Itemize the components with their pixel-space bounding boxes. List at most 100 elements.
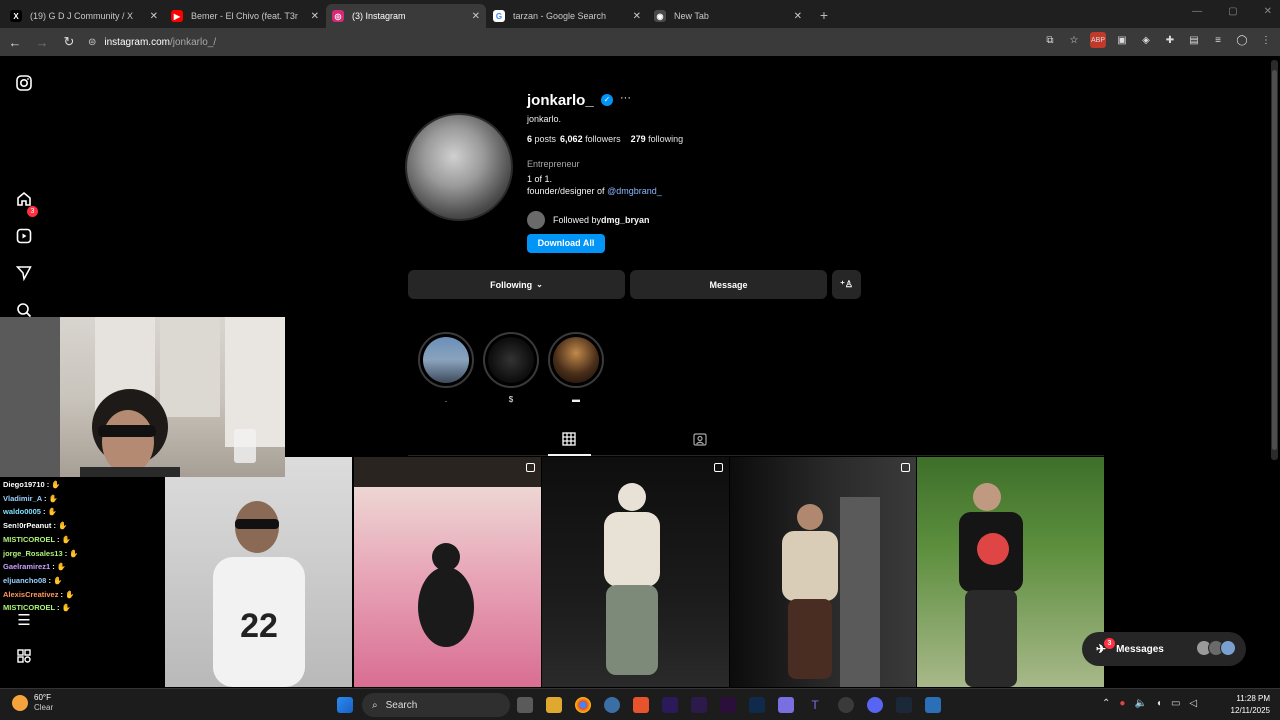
post-thumbnail[interactable] [730,457,916,687]
extension-icon-2[interactable]: ◈ [1138,32,1154,48]
posts-grid-icon[interactable] [561,432,577,448]
chrome-icon[interactable] [575,697,591,713]
app-icon[interactable] [778,697,794,713]
followed-by-user: dmg_bryan [601,215,650,225]
task-view-icon[interactable] [517,697,533,713]
followers-stat[interactable]: 6,062 followers [560,134,621,144]
chat-username: jorge_Rosales13 [3,548,63,558]
file-explorer-icon[interactable] [546,697,562,713]
bookmark-star-icon[interactable]: ☆ [1066,32,1082,48]
new-tab-button[interactable]: + [815,7,833,25]
scrollbar-thumb[interactable] [1272,70,1277,450]
tray-app-icon[interactable]: ● [1119,698,1125,709]
instagram-logo-icon[interactable] [14,73,34,93]
speaker-icon[interactable]: 🔈 [1134,698,1146,709]
webcam-overlay [0,317,285,477]
photoshop-icon[interactable] [749,697,765,713]
profile-icon[interactable]: ◯ [1234,32,1250,48]
messages-button[interactable]: ✈ 3 Messages [1082,632,1246,666]
bio-mention-link[interactable]: @dmgbrand_ [607,186,662,196]
network-icon[interactable]: ▭ [1171,698,1180,709]
chat-emote-icon: ✋ [58,521,68,531]
message-button[interactable]: Message [630,270,827,299]
suggested-users-button[interactable]: ⁺♙ [832,270,861,299]
tab-title: Bemer - El Chivo (feat. T3r [191,11,298,21]
after-effects-icon[interactable] [691,697,707,713]
post-thumbnail[interactable]: 22 [165,457,352,687]
extension-icon[interactable]: ▣ [1114,32,1130,48]
weather-widget[interactable]: 60°F Clear [12,693,53,713]
clock[interactable]: 11:28 PM 12/11/2025 [1231,693,1270,717]
microphone-icon[interactable]: ◖ [1156,698,1162,709]
taskbar-search[interactable]: ⌕ Search [362,693,510,717]
browser-tab[interactable]: ▶ Bemer - El Chivo (feat. T3r ✕ [165,4,325,28]
app-icon[interactable] [604,697,620,713]
browser-tab[interactable]: ◎ (3) Instagram ✕ [326,4,486,28]
chat-emote-icon: ✋ [48,493,58,503]
close-tab-icon[interactable]: ✕ [311,11,319,22]
browser-tab[interactable]: ◉ New Tab ✕ [648,4,808,28]
tab-favicon-icon: G [493,10,505,22]
carousel-icon [901,463,910,472]
extensions-puzzle-icon[interactable]: ✚ [1162,32,1178,48]
story-highlight[interactable] [483,332,539,388]
weather-icon [12,695,28,711]
close-tab-icon[interactable]: ✕ [150,11,158,22]
forward-icon[interactable]: → [30,30,54,54]
sidebar-icon[interactable]: ▤ [1186,32,1202,48]
windows-start-icon[interactable] [337,697,353,713]
post-thumbnail[interactable] [917,457,1104,687]
volume-icon[interactable]: ◁ [1189,698,1197,709]
media-encoder-icon[interactable] [662,697,678,713]
tagged-icon[interactable] [692,432,708,448]
post-thumbnail[interactable] [542,457,729,687]
message-avatars [1196,640,1236,656]
discord-icon[interactable] [867,697,883,713]
chat-username: waldo0005 [3,507,41,517]
media-icon[interactable]: ≡ [1210,32,1226,48]
close-window-icon[interactable]: ✕ [1264,6,1272,17]
obs-icon[interactable] [838,697,854,713]
more-options-icon[interactable]: ··· [620,92,631,104]
also-from-meta-icon[interactable] [14,646,34,666]
followed-by[interactable]: Followed by dmg_bryan [527,211,650,229]
browser-tab[interactable]: Gtarzan - Google Search ✕ [487,4,647,28]
download-all-button[interactable]: Download All [527,234,605,253]
close-tab-icon[interactable]: ✕ [633,11,641,22]
chat-separator: : [54,534,62,544]
reload-icon[interactable]: ↻ [57,30,81,54]
app-icon[interactable]: T [807,697,823,713]
chat-username: MISTICOROEL [3,603,55,613]
post-thumbnail[interactable] [354,457,541,687]
following-button[interactable]: Following ⌄ [408,270,625,299]
chevron-up-icon[interactable]: ⌃ [1102,698,1110,709]
close-tab-icon[interactable]: ✕ [472,11,480,22]
menu-icon[interactable]: ⋮ [1258,32,1274,48]
premiere-icon[interactable] [720,697,736,713]
minimize-icon[interactable]: — [1192,6,1202,17]
install-app-icon[interactable]: ⧉ [1042,32,1058,48]
close-tab-icon[interactable]: ✕ [794,11,802,22]
maximize-icon[interactable]: ▢ [1228,6,1237,17]
window-controls: — ▢ ✕ [1192,6,1272,17]
chat-message: Gaelramirez1 : ✋ [3,560,165,574]
adblock-icon[interactable]: ABP [1090,32,1106,48]
direct-messages-icon[interactable] [14,263,34,283]
following-stat[interactable]: 279 following [631,134,684,144]
back-icon[interactable]: ← [3,30,27,54]
browser-tab[interactable]: X (19) G D J Community / X ✕ [4,4,164,28]
story-highlight[interactable] [418,332,474,388]
chat-username: eljuancho08 [3,575,47,585]
site-info-icon[interactable]: ⊜ [88,37,96,48]
reels-icon[interactable] [14,226,34,246]
posts-stat: 6 posts [527,134,557,144]
url-field[interactable]: ⊜ instagram.com/jonkarlo_/ [80,31,1000,53]
taskbar: 60°F Clear ⌕ Search T ⌃ ● 🔈 ◖ ▭ ◁ 11:28 P… [0,688,1280,720]
app-icon[interactable] [633,697,649,713]
steam-icon[interactable] [896,697,912,713]
chat-emote-icon: ✋ [61,534,71,544]
app-icon[interactable] [925,697,941,713]
story-highlight[interactable] [548,332,604,388]
browser-tab-bar: X (19) G D J Community / X ✕ ▶ Bemer - El Ch… [0,0,1280,28]
profile-avatar[interactable] [405,113,513,221]
